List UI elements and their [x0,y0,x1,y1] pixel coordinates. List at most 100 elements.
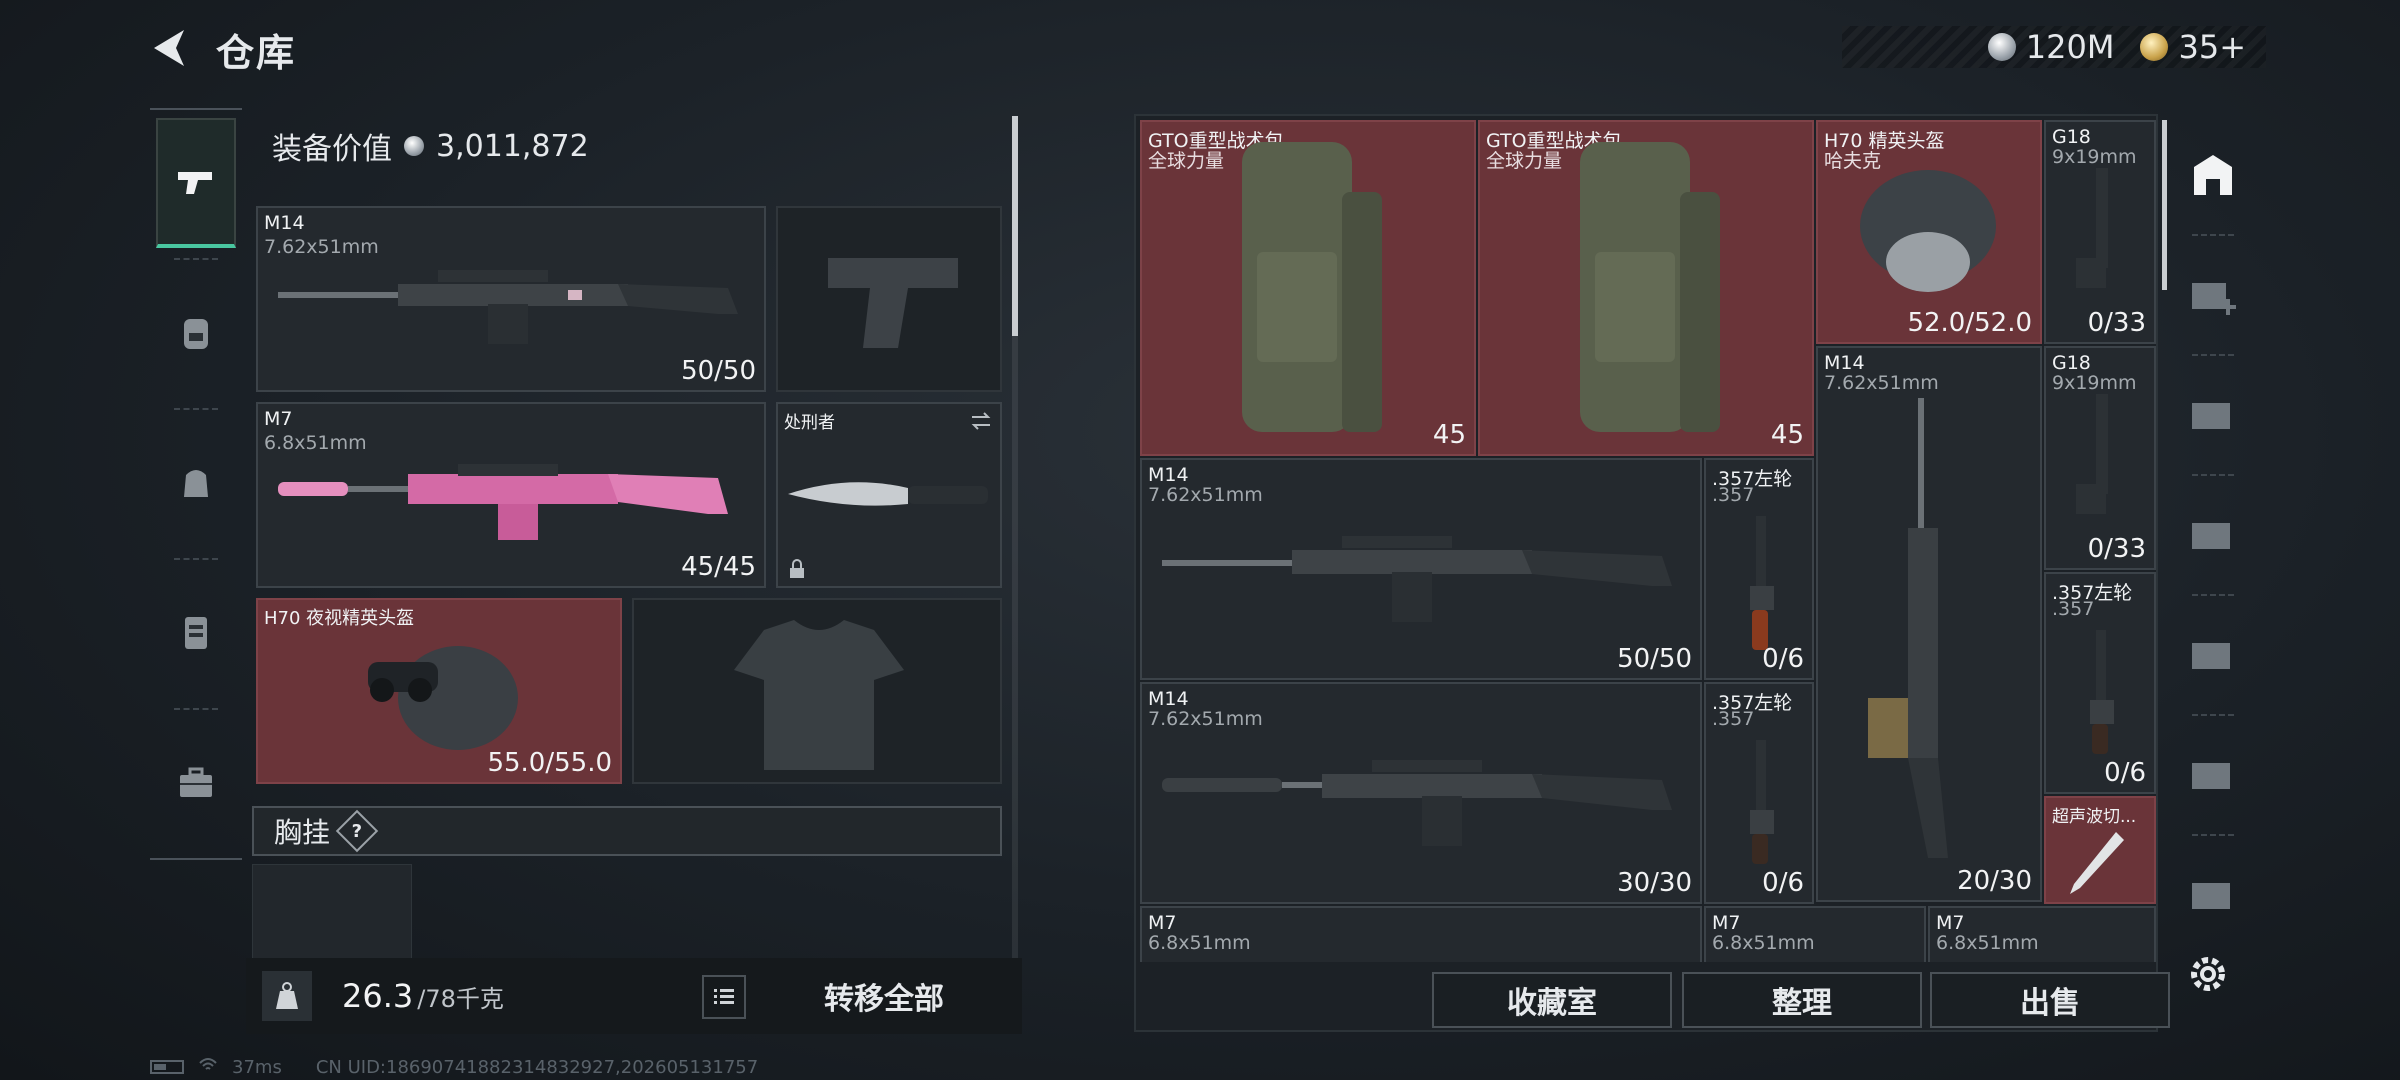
rail-item-container-3c[interactable] [2172,724,2254,824]
m14-rifle-icon [1162,536,1672,622]
revolver-icon [1750,516,1774,650]
stash-item-rifle[interactable]: M14 7.62x51mm 30/30 [1140,682,1702,904]
backpack-item-icon [1580,142,1720,432]
slot-sidearm[interactable] [776,206,1002,392]
equipment-value: 装备价值 3,011,872 [252,116,1012,176]
rail-item-weapons[interactable] [156,118,236,248]
container-icon [2188,869,2238,919]
ammo-count: 45/45 [681,552,756,582]
status-bar: 37ms CN UID:18690741882314832927,2026051… [150,1054,1050,1080]
container-add-icon [2188,269,2238,319]
stash-item-helmet[interactable]: H70 精英头盔 哈夫克 52.0/52.0 [1816,120,2042,344]
slot-helmet[interactable]: H70 夜视精英头盔 55.0/55.0 [256,598,622,784]
briefcase-icon [174,761,218,805]
container-icon [2188,509,2238,559]
stash-item-backpack[interactable]: GTO重型战术包 全球力量 45 [1140,120,1476,456]
helmet-item-icon [1860,170,1996,292]
rail-item-pouch[interactable] [156,418,236,548]
rail-item-container-3d[interactable] [2172,844,2254,944]
currency-gold[interactable]: 35+ [2140,28,2246,66]
stash-item-rifle[interactable]: M7 6.8x51mm [1140,906,1702,962]
g18-pistol-icon [2076,168,2108,288]
night-vision-helmet-icon [368,646,518,750]
slot-primary-weapon-2[interactable]: M7 6.8x51mm 45/45 [256,402,766,588]
g18-pistol-icon [2076,394,2108,514]
container-icon [2188,389,2238,439]
weapon-name: M7 [264,408,293,430]
knife-icon [788,482,988,506]
silver-coin-icon [404,136,424,156]
category-rail [150,108,242,860]
chest-rig-slot[interactable] [252,864,412,964]
weight-bar: 26.3 /78千克 转移全部 [246,958,1022,1034]
stash-item-rifle[interactable]: M7 6.8x51mm [1704,906,1926,962]
equipment-value-label: 装备价值 [272,132,392,167]
pistol-icon [174,160,218,204]
stash-item-revolver[interactable]: .357左轮 .357 0/6 [1704,682,1814,904]
stash-item-revolver[interactable]: .357左轮 .357 0/6 [1704,458,1814,680]
stash-item-rifle-vertical[interactable]: M14 7.62x51mm 20/30 [1816,346,2042,902]
currency-bar: 120M 35+ [1842,26,2266,68]
armor-placeholder-icon [734,620,904,770]
rail-item-container-3b[interactable] [2172,604,2254,704]
melee-name: 处刑者 [784,413,835,433]
weapon-name: M14 [264,212,305,234]
armor-vest-icon [174,611,218,655]
weight-icon [262,971,312,1021]
collection-room-button[interactable]: 收藏室 [1432,972,1672,1028]
equipment-panel: 装备价值 3,011,872 M14 7.62x51mm 50/50 M7 6.… [252,116,1018,1036]
settings-gear-icon[interactable] [2186,952,2230,996]
equipment-value-amount: 3,011,872 [436,128,589,164]
rail-item-backpack[interactable] [156,268,236,398]
silver-amount: 120M [2025,28,2115,66]
slot-body-armor[interactable] [632,598,1002,784]
help-icon[interactable]: ? [335,809,379,853]
m7-rifle-icon [278,464,728,540]
slot-primary-weapon-1[interactable]: M14 7.62x51mm 50/50 [256,206,766,392]
stash-item-rifle[interactable]: M7 6.8x51mm [1928,906,2156,962]
m14-rifle-icon [1162,760,1672,846]
transfer-all-button[interactable]: 转移全部 [756,968,1012,1024]
pouch-icon [174,461,218,505]
stash-item-backpack[interactable]: GTO重型战术包 全球力量 45 [1478,120,1814,456]
ping-text: 37ms [232,1056,282,1078]
helmet-name: H70 夜视精英头盔 [264,608,415,629]
lock-icon [786,558,808,580]
stash-item-pistol[interactable]: G18 9x19mm 0/33 [2044,120,2156,344]
backpack-icon [174,311,218,355]
organize-button[interactable]: 整理 [1682,972,1922,1028]
rail-item-case[interactable] [156,718,236,848]
container-icon [2188,749,2238,799]
stash-filter-rail [2172,124,2254,924]
stash-scroll-thumb[interactable] [2162,120,2167,290]
rail-item-stash-home[interactable] [2172,124,2254,224]
revolver-icon [1750,740,1774,864]
stash-item-rifle[interactable]: M14 7.62x51mm 50/50 [1140,458,1702,680]
stash-item-revolver[interactable]: .357左轮 .357 0/6 [2044,572,2156,794]
m14-rifle-icon [278,270,738,344]
rail-item-armor[interactable] [156,568,236,698]
cutter-icon [2070,832,2124,894]
rail-item-container-3[interactable] [2172,364,2254,464]
stash-item-pistol[interactable]: G18 9x19mm 0/33 [2044,346,2156,570]
chest-rig-header[interactable]: 胸挂 ? [252,806,1002,856]
helmet-durability: 55.0/55.0 [487,748,612,778]
sell-button[interactable]: 出售 [1930,972,2170,1028]
rail-item-add-container[interactable] [2172,244,2254,344]
revolver-icon [2090,630,2114,754]
weapon-caliber: 6.8x51mm [264,432,367,454]
rail-item-container-5[interactable] [2172,484,2254,584]
chest-rig-label: 胸挂 [274,816,331,849]
currency-silver[interactable]: 120M [1987,28,2115,66]
m14-rifle-icon [1868,398,1948,858]
gold-coin-icon [2140,33,2169,61]
list-icon[interactable] [702,975,746,1019]
container-icon [2188,629,2238,679]
back-button[interactable] [148,26,192,70]
gold-amount: 35+ [2178,28,2246,66]
equipment-scroll-thumb[interactable] [1012,116,1018,336]
slot-melee[interactable]: 处刑者 [776,402,1002,588]
stash-item-ultrasonic-cutter[interactable]: 超声波切... [2044,796,2156,904]
page-title: 仓库 [216,31,297,75]
swap-icon[interactable] [970,410,992,432]
